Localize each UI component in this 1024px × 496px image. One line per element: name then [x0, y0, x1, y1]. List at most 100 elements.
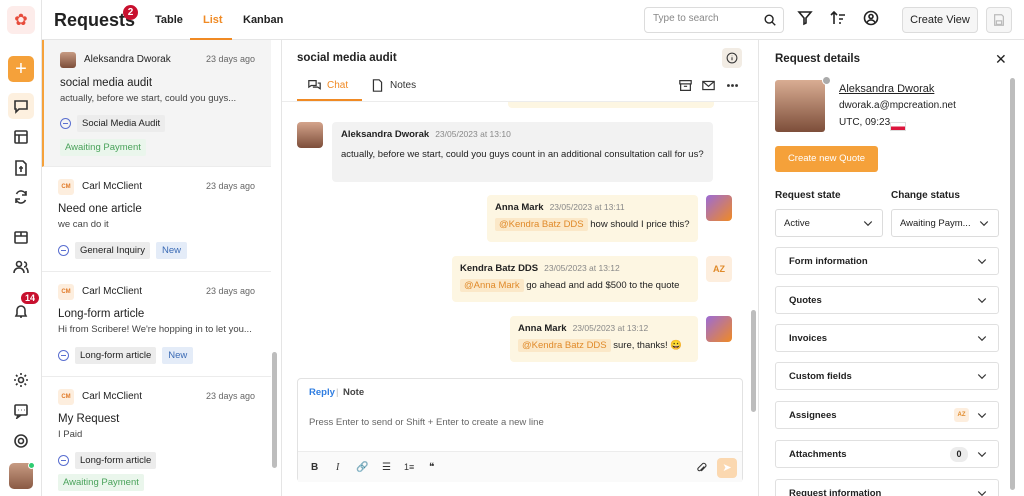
mention[interactable]: @Kendra Batz DDS: [495, 218, 588, 231]
message-text: go ahead and add $500 to the quote: [526, 280, 680, 291]
category-icon: [58, 245, 69, 256]
sync-icon[interactable]: [11, 187, 31, 207]
online-status-dot: [28, 462, 35, 469]
category-icon: [60, 118, 71, 129]
section-invoices[interactable]: Invoices: [775, 324, 999, 352]
request-preview: we can do it: [58, 219, 109, 230]
client-name[interactable]: Aleksandra Dworak: [839, 83, 934, 95]
search-input[interactable]: [653, 13, 761, 24]
logo-icon[interactable]: ✿: [7, 6, 35, 34]
italic-icon[interactable]: I: [336, 462, 339, 473]
create-view-button[interactable]: Create View: [902, 7, 978, 33]
category-icon: [58, 350, 69, 361]
tab-list[interactable]: List: [203, 14, 223, 26]
search-icon[interactable]: [763, 13, 777, 30]
reply-box[interactable]: Reply | Note Press Enter to send or Shif…: [297, 378, 743, 482]
create-quote-button[interactable]: Create new Quote: [775, 146, 878, 172]
request-category: Long-form article New: [58, 347, 194, 364]
request-card[interactable]: CM Carl McClient 23 days ago My Request …: [42, 377, 271, 496]
mention[interactable]: @Kendra Batz DDS: [518, 339, 611, 352]
chevron-down-icon: [976, 409, 988, 424]
requester-name: Carl McClient: [82, 181, 143, 192]
new-badge: New: [162, 347, 194, 364]
tab-notes[interactable]: Notes: [371, 79, 416, 92]
send-icon[interactable]: ➤: [717, 458, 737, 478]
section-form-information[interactable]: Form information: [775, 247, 999, 275]
category-tag: General Inquiry: [75, 242, 150, 259]
request-state-select[interactable]: Active: [775, 209, 883, 237]
quote-icon[interactable]: ❝: [429, 462, 434, 473]
chat-pane: social media audit Chat Notes Aleksandra…: [282, 40, 759, 496]
section-attachments[interactable]: Attachments 0: [775, 440, 999, 468]
request-card[interactable]: Aleksandra Dworak 23 days ago social med…: [42, 40, 271, 167]
request-card[interactable]: CM Carl McClient 23 days ago Need one ar…: [42, 167, 271, 272]
tab-kanban[interactable]: Kanban: [243, 14, 283, 26]
bell-icon[interactable]: [11, 301, 31, 321]
category-icon: [58, 455, 69, 466]
chat-icon: [308, 80, 321, 90]
profile-icon[interactable]: [863, 10, 883, 30]
chat-icon[interactable]: [8, 93, 34, 119]
reply-tab[interactable]: Reply: [309, 387, 335, 398]
chevron-down-icon: [976, 294, 988, 309]
chevron-down-icon: [976, 448, 988, 463]
search-box[interactable]: [644, 7, 784, 33]
link-icon[interactable]: 🔗: [356, 462, 368, 473]
title-count-badge: 2: [123, 5, 138, 20]
bold-icon[interactable]: B: [311, 462, 318, 473]
filter-icon[interactable]: [797, 10, 817, 30]
more-icon[interactable]: [726, 79, 740, 93]
section-label: Request information: [789, 488, 882, 496]
change-status-select[interactable]: Awaiting Paym...: [891, 209, 999, 237]
chevron-down-icon: [978, 217, 990, 232]
invoice-icon[interactable]: [11, 158, 31, 178]
details-scrollbar[interactable]: [1010, 78, 1015, 490]
package-icon[interactable]: [11, 227, 31, 247]
gear-icon[interactable]: [11, 370, 31, 390]
category-tag: Long-form article: [75, 452, 157, 469]
request-age: 23 days ago: [205, 286, 255, 296]
layout-icon[interactable]: [11, 127, 31, 147]
mail-icon[interactable]: [702, 79, 716, 93]
section-label: Attachments: [789, 449, 847, 460]
section-assignees[interactable]: Assignees AZ: [775, 401, 999, 429]
numbered-list-icon[interactable]: 1≡: [404, 462, 414, 472]
tab-table[interactable]: Table: [155, 14, 183, 26]
mention[interactable]: @Anna Mark: [460, 279, 524, 292]
note-tab[interactable]: Note: [343, 387, 364, 398]
avatar: CM: [58, 179, 74, 195]
section-label: Form information: [789, 256, 868, 267]
save-icon[interactable]: [986, 7, 1012, 33]
reply-input[interactable]: Press Enter to send or Shift + Enter to …: [309, 417, 544, 428]
archive-icon[interactable]: [679, 79, 693, 93]
section-request-information[interactable]: Request information: [775, 479, 999, 496]
message-text: actually, before we start, could you guy…: [341, 149, 704, 160]
list-scrollbar[interactable]: [272, 352, 277, 468]
category-tag: Long-form article: [75, 347, 157, 364]
plus-icon[interactable]: +: [8, 56, 34, 82]
message-text: sure, thanks! 😀: [613, 340, 683, 351]
message-bubble: Kendra Batz DDS 23/05/2023 at 13:12 @Anna…: [452, 256, 698, 302]
section-quotes[interactable]: Quotes: [775, 286, 999, 314]
app: ✿ + 14 Requests 2 Table List Kanban Type…: [0, 0, 1024, 496]
bullet-list-icon[interactable]: ☰: [382, 462, 391, 473]
message-icon[interactable]: [11, 401, 31, 421]
chat-scrollbar[interactable]: [751, 310, 756, 412]
lifebuoy-icon[interactable]: [11, 431, 31, 451]
new-badge: New: [155, 242, 187, 259]
request-age: 23 days ago: [205, 181, 255, 191]
attach-icon[interactable]: [696, 462, 708, 477]
info-icon[interactable]: [722, 48, 742, 68]
chevron-down-icon: [976, 370, 988, 385]
request-card[interactable]: CM Carl McClient 23 days ago Long-form a…: [42, 272, 271, 377]
avatar: CM: [58, 389, 74, 405]
section-custom-fields[interactable]: Custom fields: [775, 362, 999, 390]
tab-chat[interactable]: Chat: [308, 79, 348, 92]
user-avatar[interactable]: [9, 462, 35, 489]
close-icon[interactable]: ✕: [995, 51, 1007, 68]
sort-icon[interactable]: [830, 10, 850, 30]
users-icon[interactable]: [11, 257, 31, 277]
client-photo: [775, 80, 825, 132]
message-bubble: Aleksandra Dworak 23/05/2023 at 13:10 act…: [332, 122, 713, 182]
status-badge: Awaiting Payment: [60, 139, 146, 156]
